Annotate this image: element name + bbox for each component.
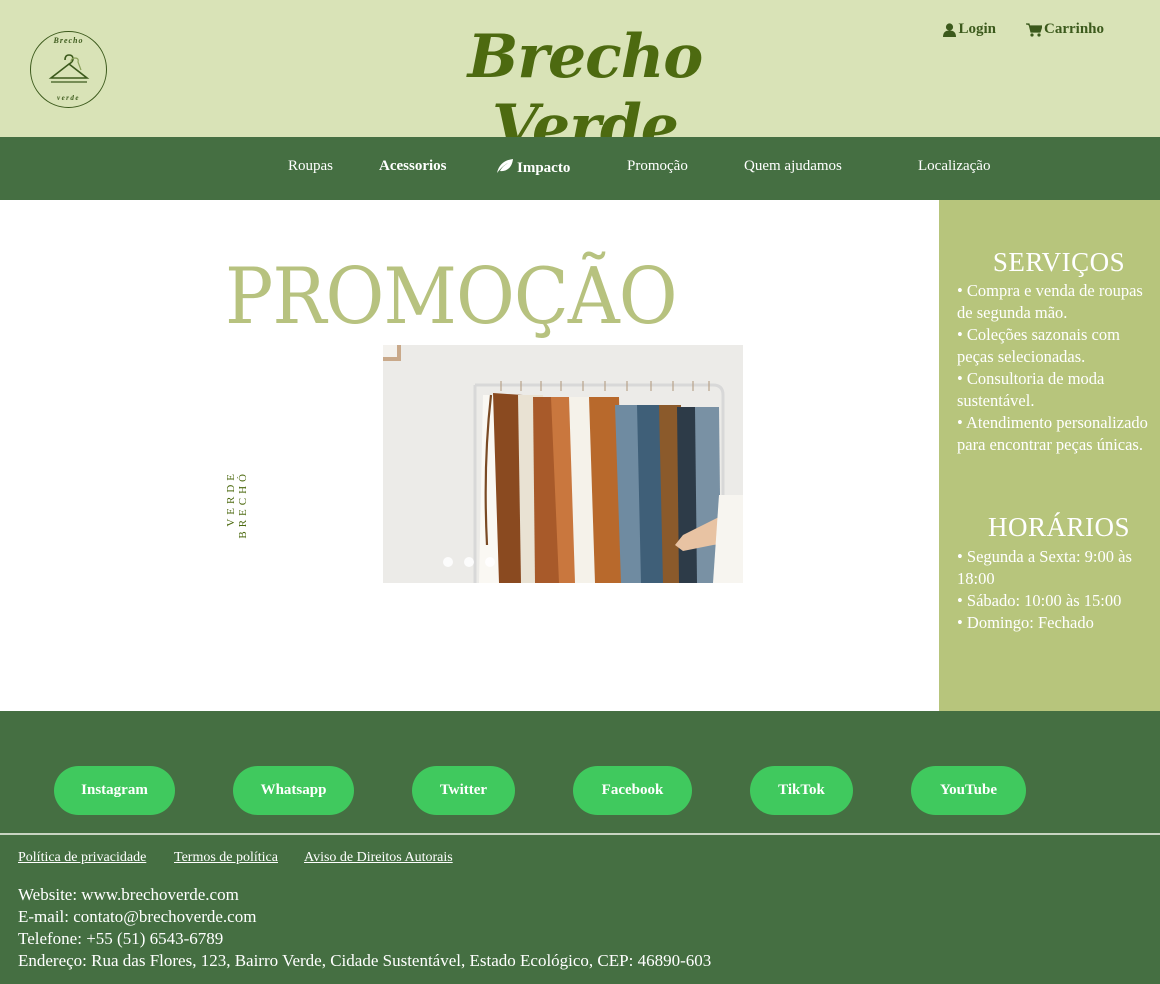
copyright-notice-link[interactable]: Aviso de Direitos Autorais (304, 850, 453, 866)
terms-link[interactable]: Termos de política (174, 850, 278, 866)
hours-list: • Segunda a Sexta: 9:00 às 18:00 • Sábad… (957, 546, 1160, 634)
nav-item-promocao[interactable]: Promoção (627, 158, 688, 175)
info-sidebar: SERVIÇOS • Compra e venda de roupas de s… (939, 200, 1160, 711)
service-item: • Consultoria de moda sustentável. (957, 369, 1105, 410)
nav-item-localizacao[interactable]: Localização (918, 158, 990, 175)
carousel-dot-1[interactable] (443, 557, 453, 567)
tiktok-button[interactable]: TikTok (750, 766, 853, 815)
footer: Instagram Whatsapp Twitter Facebook TikT… (0, 711, 1160, 984)
contact-email: E-mail: contato@brechoverde.com (18, 907, 257, 926)
nav-item-label: Impacto (517, 160, 571, 176)
nav-item-impacto[interactable]: Impacto (496, 158, 570, 177)
cart-link[interactable]: Carrinho (1026, 21, 1104, 38)
hours-item: • Domingo: Fechado (957, 613, 1094, 632)
login-label: Login (958, 21, 996, 37)
privacy-policy-link[interactable]: Política de privacidade (18, 850, 146, 866)
whatsapp-button[interactable]: Whatsapp (233, 766, 354, 815)
service-item: • Coleções sazonais com peças selecionad… (957, 325, 1120, 366)
youtube-button[interactable]: YouTube (911, 766, 1026, 815)
leaf-icon (497, 159, 513, 173)
contact-phone: Telefone: +55 (51) 6543-6789 (18, 929, 224, 948)
clothing-rack-image (383, 345, 743, 583)
hours-item: • Sábado: 10:00 às 15:00 (957, 591, 1122, 610)
nav-item-quem-ajudamos[interactable]: Quem ajudamos (744, 158, 842, 175)
hours-item: • Segunda a Sexta: 9:00 às 18:00 (957, 547, 1132, 588)
contact-website: Website: www.brechoverde.com (18, 885, 239, 904)
promo-carousel[interactable] (383, 345, 743, 583)
cart-icon (1026, 22, 1042, 37)
vertical-text-line2: VERDE (225, 470, 237, 527)
services-list: • Compra e venda de roupas de segunda mã… (957, 280, 1160, 456)
services-heading: SERVIÇOS (992, 247, 1126, 277)
vertical-brand-text: BRECHÓ VERDE (225, 470, 256, 550)
login-link[interactable]: Login (943, 21, 996, 38)
contact-address: Endereço: Rua das Flores, 123, Bairro Ve… (18, 951, 712, 970)
nav-item-acessorios[interactable]: Acessorios (379, 158, 447, 175)
carousel-dots (443, 557, 495, 567)
contact-info: Website: www.brechoverde.com E-mail: con… (18, 884, 711, 972)
hanger-icon (48, 54, 90, 83)
header: Brecho verde Brecho Verde Login Carrinho (0, 0, 1160, 162)
carousel-dot-3[interactable] (485, 557, 495, 567)
logo-top-text: Brecho (53, 36, 84, 45)
facebook-button[interactable]: Facebook (573, 766, 692, 815)
logo-badge[interactable]: Brecho verde (30, 31, 107, 108)
promo-section: PROMOÇÃO BRECHÓ VERDE (0, 200, 939, 711)
account-links: Login Carrinho (943, 21, 1104, 38)
nav-item-roupas[interactable]: Roupas (288, 158, 333, 175)
cart-label: Carrinho (1044, 21, 1104, 37)
logo-bottom-text: verde (56, 94, 81, 102)
hours-heading: HORÁRIOS (987, 512, 1131, 542)
service-item: • Compra e venda de roupas de segunda mã… (957, 281, 1143, 322)
twitter-button[interactable]: Twitter (412, 766, 515, 815)
service-item: • Atendimento personalizado para encontr… (957, 413, 1148, 454)
promo-title: PROMOÇÃO (225, 252, 678, 342)
footer-divider (0, 833, 1160, 835)
user-icon (943, 22, 957, 37)
main-nav: Roupas Acessorios Impacto Promoção Quem … (0, 137, 1160, 200)
carousel-dot-2[interactable] (464, 557, 474, 567)
instagram-button[interactable]: Instagram (54, 766, 175, 815)
vertical-text-line1: BRECHÓ (237, 470, 249, 539)
